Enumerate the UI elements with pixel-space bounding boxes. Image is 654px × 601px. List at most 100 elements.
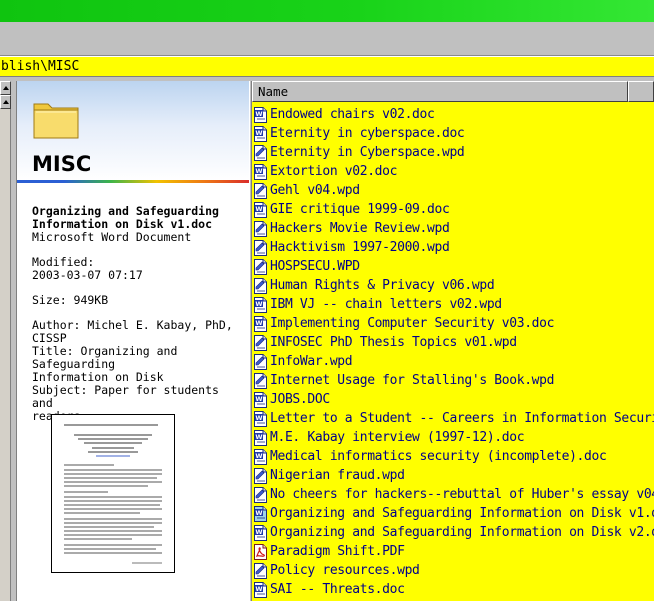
scroll-up-arrow-icon-2[interactable]	[0, 95, 11, 109]
column-header-name[interactable]: Name	[252, 81, 628, 102]
pdf-doc-icon[interactable]	[253, 544, 268, 560]
file-row[interactable]: HOSPSECU.WPD	[252, 257, 654, 276]
column-header-size[interactable]	[628, 81, 654, 102]
word-doc-selected-icon[interactable]: W	[253, 506, 268, 522]
word-doc-icon[interactable]: W	[253, 582, 268, 598]
folder-title: MISC	[32, 152, 92, 176]
file-row[interactable]: W Organizing and Safeguarding Information…	[252, 504, 654, 523]
wpd-doc-icon[interactable]	[253, 221, 268, 237]
file-name[interactable]: Gehl v04.wpd	[270, 181, 360, 200]
file-row[interactable]: W SAI -- Threats.doc	[252, 580, 654, 599]
file-name[interactable]: InfoWar.wpd	[270, 352, 353, 371]
toolbar	[0, 22, 654, 56]
file-name[interactable]: M.E. Kabay interview (1997-12).doc	[270, 428, 525, 447]
word-doc-icon[interactable]: W	[253, 297, 268, 313]
word-doc-icon[interactable]: W	[253, 164, 268, 180]
file-list-pane: Name W Endowed chairs v02.doc W Eternity in…	[252, 81, 654, 601]
word-doc-icon[interactable]: W	[253, 316, 268, 332]
file-name[interactable]: Hacktivism 1997-2000.wpd	[270, 238, 450, 257]
word-doc-icon[interactable]: W	[253, 449, 268, 465]
wpd-doc-icon[interactable]	[253, 563, 268, 579]
svg-text:W: W	[255, 300, 262, 308]
file-row[interactable]: W Letter to a Student -- Careers in Infor…	[252, 409, 654, 428]
file-name[interactable]: Eternity in cyberspace.doc	[270, 124, 465, 143]
word-doc-icon[interactable]: W	[253, 392, 268, 408]
file-name[interactable]: Extortion v02.doc	[270, 162, 397, 181]
file-name[interactable]: GIE critique 1999-09.doc	[270, 200, 450, 219]
file-name[interactable]: IBM VJ -- chain letters v02.wpd	[270, 295, 502, 314]
file-row[interactable]: Nigerian fraud.wpd	[252, 466, 654, 485]
modified-value: 2003-03-07 07:17	[32, 268, 143, 282]
svg-text:W: W	[255, 167, 262, 175]
wpd-doc-icon[interactable]	[253, 354, 268, 370]
scroll-up-arrow-icon[interactable]	[0, 81, 11, 95]
file-name[interactable]: Medical informatics security (incomplete…	[270, 447, 607, 466]
wpd-doc-icon[interactable]	[253, 240, 268, 256]
svg-text:W: W	[255, 414, 262, 422]
file-row[interactable]: Hackers Movie Review.wpd	[252, 219, 654, 238]
file-name[interactable]: Policy resources.wpd	[270, 561, 420, 580]
file-name[interactable]: Nigerian fraud.wpd	[270, 466, 405, 485]
wpd-doc-icon[interactable]	[253, 278, 268, 294]
file-name[interactable]: Implementing Computer Security v03.doc	[270, 314, 554, 333]
file-name[interactable]: Internet Usage for Stalling's Book.wpd	[270, 371, 554, 390]
wpd-doc-icon[interactable]	[253, 487, 268, 503]
wpd-doc-icon[interactable]	[253, 259, 268, 275]
document-thumbnail	[51, 414, 175, 573]
file-row[interactable]: Gehl v04.wpd	[252, 181, 654, 200]
file-row[interactable]: W IBM VJ -- chain letters v02.wpd	[252, 295, 654, 314]
wpd-doc-icon[interactable]	[253, 335, 268, 351]
file-row[interactable]: No cheers for hackers--rebuttal of Huber…	[252, 485, 654, 504]
svg-text:W: W	[255, 509, 262, 517]
word-doc-icon[interactable]: W	[253, 525, 268, 541]
file-row[interactable]: W Extortion v02.doc	[252, 162, 654, 181]
wpd-doc-icon[interactable]	[253, 183, 268, 199]
wpd-doc-icon[interactable]	[253, 145, 268, 161]
file-row[interactable]: Paradigm Shift.PDF	[252, 542, 654, 561]
file-name[interactable]: Endowed chairs v02.doc	[270, 105, 435, 124]
file-row[interactable]: Human Rights & Privacy v06.wpd	[252, 276, 654, 295]
file-name[interactable]: Letter to a Student -- Careers in Inform…	[270, 409, 654, 428]
file-name[interactable]: No cheers for hackers--rebuttal of Huber…	[270, 485, 654, 504]
file-row[interactable]: INFOSEC PhD Thesis Topics v01.wpd	[252, 333, 654, 352]
word-doc-icon[interactable]: W	[253, 107, 268, 123]
file-name[interactable]: JOBS.DOC	[270, 390, 330, 409]
word-doc-icon[interactable]: W	[253, 430, 268, 446]
file-row[interactable]: Eternity in Cyberspace.wpd	[252, 143, 654, 162]
svg-text:W: W	[255, 395, 262, 403]
left-scrollbar[interactable]	[0, 81, 11, 601]
file-row[interactable]: W Implementing Computer Security v03.doc	[252, 314, 654, 333]
wpd-doc-icon[interactable]	[253, 373, 268, 389]
file-row[interactable]: W Organizing and Safeguarding Information…	[252, 523, 654, 542]
svg-text:W: W	[255, 110, 262, 118]
file-name[interactable]: Human Rights & Privacy v06.wpd	[270, 276, 495, 295]
file-name[interactable]: Hackers Movie Review.wpd	[270, 219, 450, 238]
file-row[interactable]: W Medical informatics security (incomplet…	[252, 447, 654, 466]
file-row[interactable]: Hacktivism 1997-2000.wpd	[252, 238, 654, 257]
file-list: W Endowed chairs v02.doc W Eternity in cybe…	[252, 105, 654, 599]
file-row[interactable]: W Eternity in cyberspace.doc	[252, 124, 654, 143]
folder-icon	[33, 103, 79, 139]
file-name[interactable]: Organizing and Safeguarding Information …	[270, 523, 654, 542]
svg-text:W: W	[255, 319, 262, 327]
file-row[interactable]: Policy resources.wpd	[252, 561, 654, 580]
file-name[interactable]: SAI -- Threats.doc	[270, 580, 405, 599]
word-doc-icon[interactable]: W	[253, 126, 268, 142]
file-name[interactable]: Eternity in Cyberspace.wpd	[270, 143, 465, 162]
wpd-doc-icon[interactable]	[253, 468, 268, 484]
word-doc-icon[interactable]: W	[253, 411, 268, 427]
svg-text:W: W	[255, 452, 262, 460]
svg-text:W: W	[255, 129, 262, 137]
file-row[interactable]: W M.E. Kabay interview (1997-12).doc	[252, 428, 654, 447]
word-doc-icon[interactable]: W	[253, 202, 268, 218]
file-row[interactable]: Internet Usage for Stalling's Book.wpd	[252, 371, 654, 390]
address-bar[interactable]: blish\MISC	[0, 56, 654, 77]
file-row[interactable]: W JOBS.DOC	[252, 390, 654, 409]
file-row[interactable]: W GIE critique 1999-09.doc	[252, 200, 654, 219]
file-name[interactable]: HOSPSECU.WPD	[270, 257, 360, 276]
file-row[interactable]: InfoWar.wpd	[252, 352, 654, 371]
file-name[interactable]: Organizing and Safeguarding Information …	[270, 504, 654, 523]
file-name[interactable]: Paradigm Shift.PDF	[270, 542, 405, 561]
file-row[interactable]: W Endowed chairs v02.doc	[252, 105, 654, 124]
file-name[interactable]: INFOSEC PhD Thesis Topics v01.wpd	[270, 333, 517, 352]
